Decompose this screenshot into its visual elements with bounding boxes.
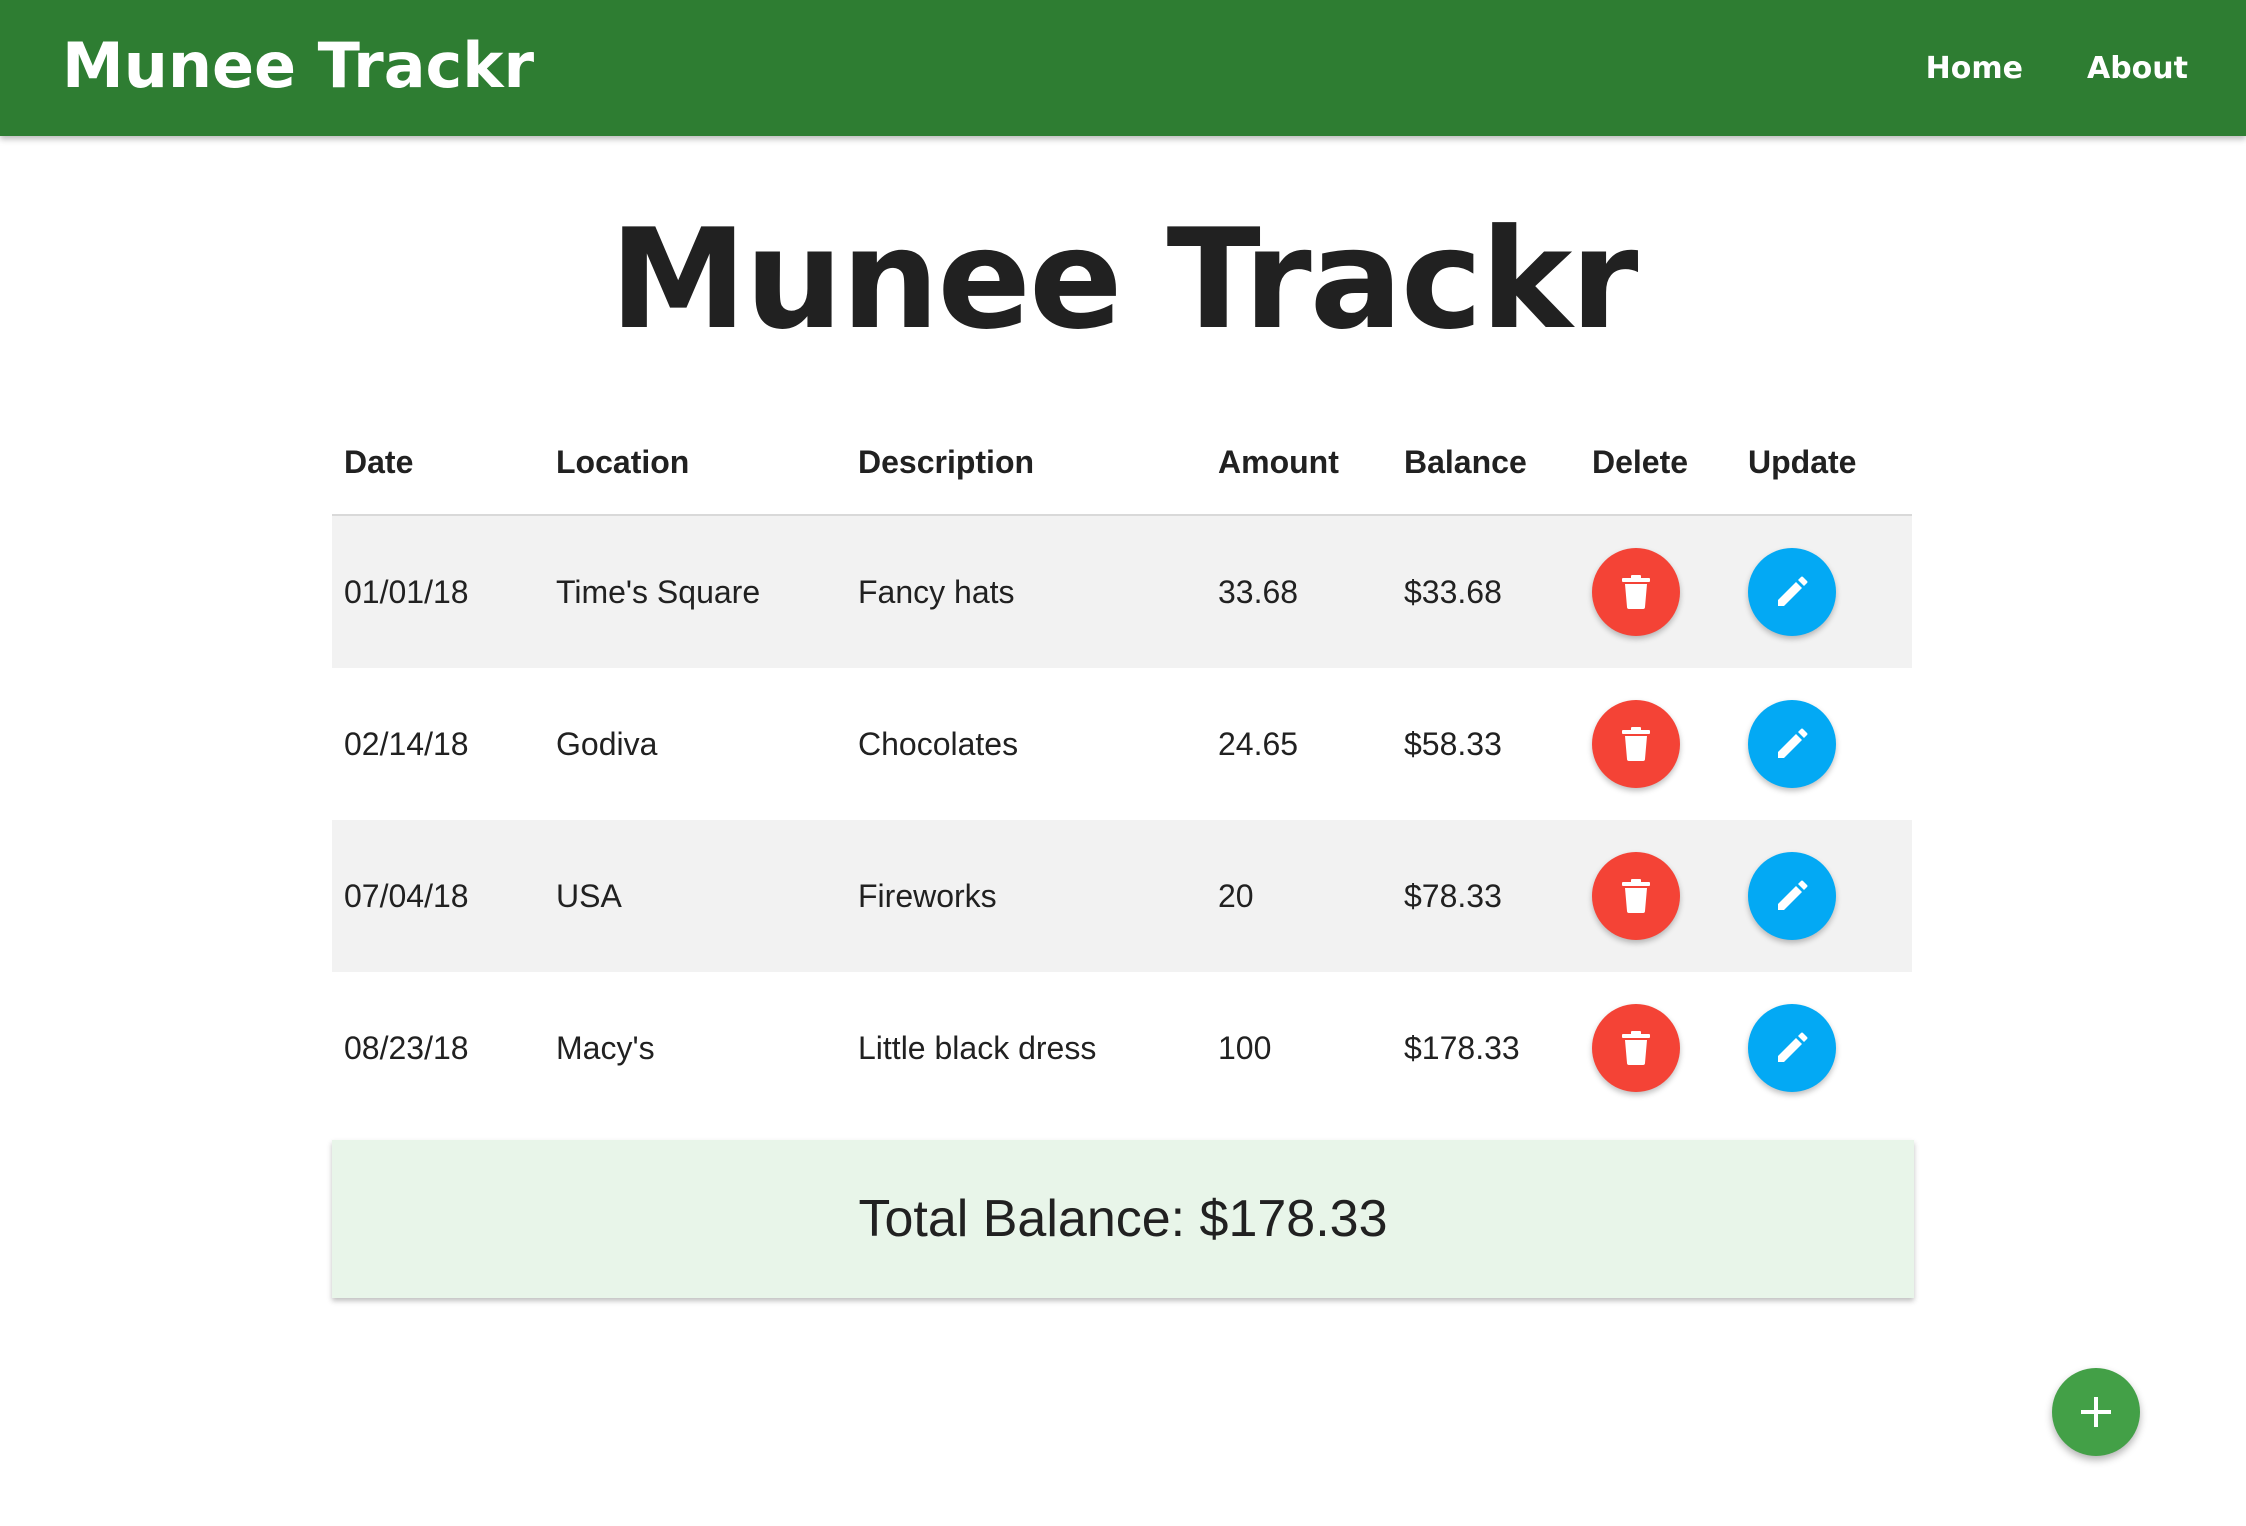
header-update: Update	[1748, 443, 1857, 480]
header-balance: Balance	[1404, 443, 1527, 480]
cell-delete	[1580, 1004, 1736, 1092]
trash-icon	[1622, 1031, 1650, 1065]
cell-date: 02/14/18	[344, 725, 469, 762]
header-date: Date	[344, 443, 414, 480]
cell-location: Godiva	[556, 725, 658, 762]
update-button[interactable]	[1748, 852, 1836, 940]
header-description: Description	[858, 443, 1035, 480]
delete-button[interactable]	[1592, 1004, 1680, 1092]
update-button[interactable]	[1748, 548, 1836, 636]
header-delete: Delete	[1592, 443, 1689, 480]
table-row: 02/14/18 Godiva Chocolates 24.65 $58.33	[332, 668, 1912, 820]
cell-amount: 20	[1218, 877, 1254, 914]
delete-button[interactable]	[1592, 548, 1680, 636]
delete-button[interactable]	[1592, 700, 1680, 788]
pencil-icon	[1778, 880, 1808, 910]
transactions-table: Date Location Description Amount Balance…	[332, 410, 1912, 1124]
cell-description: Chocolates	[858, 725, 1019, 762]
cell-date: 01/01/18	[344, 573, 469, 610]
cell-update	[1736, 1004, 1912, 1092]
cell-update	[1736, 700, 1912, 788]
cell-delete	[1580, 700, 1736, 788]
table-row: 08/23/18 Macy's Little black dress 100 $…	[332, 972, 1912, 1124]
table-row: 07/04/18 USA Fireworks 20 $78.33	[332, 820, 1912, 972]
nav-link-about[interactable]: About	[2055, 51, 2220, 86]
add-transaction-button[interactable]	[2052, 1368, 2140, 1456]
update-button[interactable]	[1748, 700, 1836, 788]
pencil-icon	[1778, 576, 1808, 606]
total-balance-text: Total Balance: $178.33	[858, 1190, 1388, 1248]
cell-date: 08/23/18	[344, 1029, 469, 1066]
navbar: Munee Trackr Home About	[0, 0, 2246, 136]
cell-location: USA	[556, 877, 622, 914]
cell-location: Macy's	[556, 1029, 655, 1066]
brand-logo[interactable]: Munee Trackr	[62, 26, 534, 106]
cell-description: Fancy hats	[858, 573, 1015, 610]
table-header: Date Location Description Amount Balance…	[332, 410, 1912, 516]
plus-icon	[2081, 1397, 2111, 1427]
header-amount: Amount	[1218, 443, 1339, 480]
cell-date: 07/04/18	[344, 877, 469, 914]
cell-balance: $178.33	[1404, 1029, 1520, 1066]
trash-icon	[1622, 575, 1650, 609]
cell-description: Little black dress	[858, 1029, 1097, 1066]
table-row: 01/01/18 Time's Square Fancy hats 33.68 …	[332, 516, 1912, 668]
header-location: Location	[556, 443, 690, 480]
nav-links: Home About	[1894, 0, 2220, 136]
nav-link-home[interactable]: Home	[1894, 51, 2055, 86]
cell-update	[1736, 852, 1912, 940]
cell-delete	[1580, 548, 1736, 636]
cell-delete	[1580, 852, 1736, 940]
trash-icon	[1622, 879, 1650, 913]
cell-balance: $78.33	[1404, 877, 1502, 914]
cell-amount: 24.65	[1218, 725, 1299, 762]
cell-amount: 33.68	[1218, 573, 1299, 610]
trash-icon	[1622, 727, 1650, 761]
cell-update	[1736, 548, 1912, 636]
cell-amount: 100	[1218, 1029, 1272, 1066]
page-title: Munee Trackr	[609, 199, 1639, 360]
cell-balance: $58.33	[1404, 725, 1502, 762]
update-button[interactable]	[1748, 1004, 1836, 1092]
total-balance-card: Total Balance: $178.33	[332, 1140, 1914, 1298]
cell-location: Time's Square	[556, 573, 761, 610]
delete-button[interactable]	[1592, 852, 1680, 940]
cell-balance: $33.68	[1404, 573, 1502, 610]
pencil-icon	[1778, 1032, 1808, 1062]
pencil-icon	[1778, 728, 1808, 758]
cell-description: Fireworks	[858, 877, 997, 914]
